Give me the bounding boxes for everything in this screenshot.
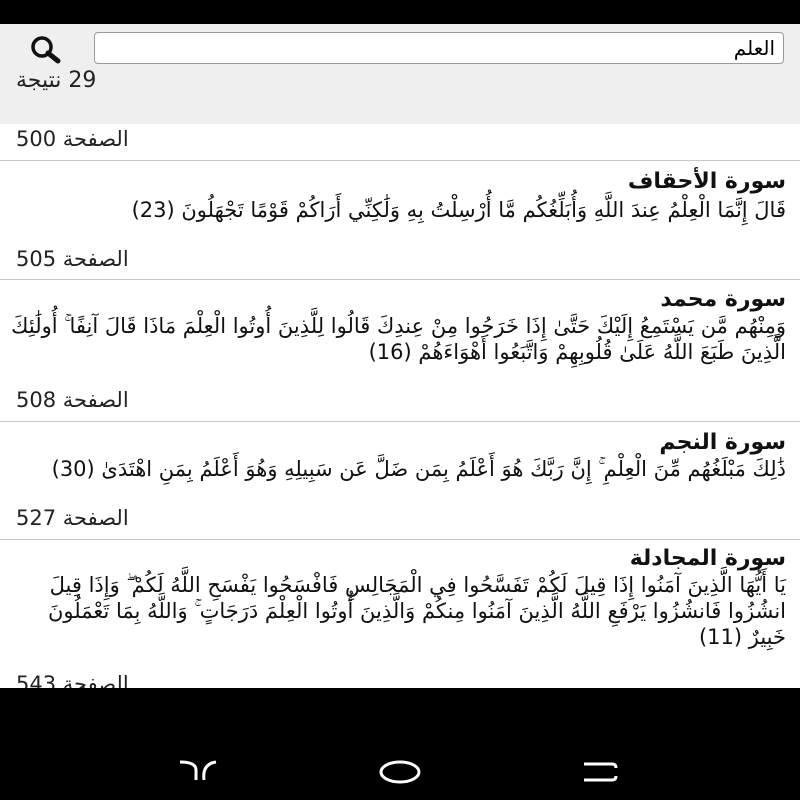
- verse-text: يَا أَيُّهَا الَّذِينَ آمَنُوا إِذَا قِي…: [48, 573, 786, 649]
- page-reference: 508 الصفحة: [16, 388, 129, 412]
- home-icon: [379, 760, 421, 784]
- search-icon: [31, 36, 61, 64]
- surah-title: سورة المجادلة: [629, 546, 786, 571]
- result-item[interactable]: 500 الصفحة: [0, 124, 800, 161]
- surah-title: سورة النجم: [659, 430, 786, 455]
- page-reference: 543 الصفحة: [16, 672, 129, 688]
- result-item[interactable]: سورة محمد وَمِنْهُم مَّن يَسْتَمِعُ إِلَ…: [0, 280, 800, 422]
- search-button[interactable]: [26, 34, 76, 68]
- surah-title: سورة محمد: [660, 287, 786, 312]
- home-button[interactable]: [378, 756, 422, 786]
- search-screen: 29 نتيجة 500 الصفحة سورة الأحقاف قَالَ إ…: [0, 24, 800, 688]
- search-input[interactable]: [94, 32, 784, 64]
- page-reference: 527 الصفحة: [16, 506, 129, 530]
- verse-text: وَمِنْهُم مَّن يَسْتَمِعُ إِلَيْكَ حَتَّ…: [11, 314, 786, 364]
- page-reference: 500 الصفحة: [16, 127, 129, 151]
- page-reference: 505 الصفحة: [16, 247, 129, 271]
- back-icon: [584, 762, 618, 782]
- result-item[interactable]: سورة الأحقاف قَالَ إِنَّمَا الْعِلْمُ عِ…: [0, 161, 800, 280]
- result-item[interactable]: سورة النجم ذَٰلِكَ مَبْلَغُهُم مِّنَ الْ…: [0, 422, 800, 540]
- result-item[interactable]: سورة المجادلة يَا أَيُّهَا الَّذِينَ آمَ…: [0, 540, 800, 688]
- surah-title: سورة الأحقاف: [627, 169, 786, 194]
- recents-button[interactable]: [176, 756, 220, 786]
- search-bar: 29 نتيجة: [0, 24, 800, 125]
- back-button[interactable]: [578, 756, 622, 786]
- verse-text: قَالَ إِنَّمَا الْعِلْمُ عِندَ اللَّهِ و…: [131, 198, 786, 222]
- result-count: 29 نتيجة: [16, 68, 97, 93]
- verse-text: ذَٰلِكَ مَبْلَغُهُم مِّنَ الْعِلْمِ ۚ إِ…: [51, 457, 786, 481]
- results-list[interactable]: 500 الصفحة سورة الأحقاف قَالَ إِنَّمَا ا…: [0, 124, 800, 688]
- recents-icon: [179, 760, 217, 781]
